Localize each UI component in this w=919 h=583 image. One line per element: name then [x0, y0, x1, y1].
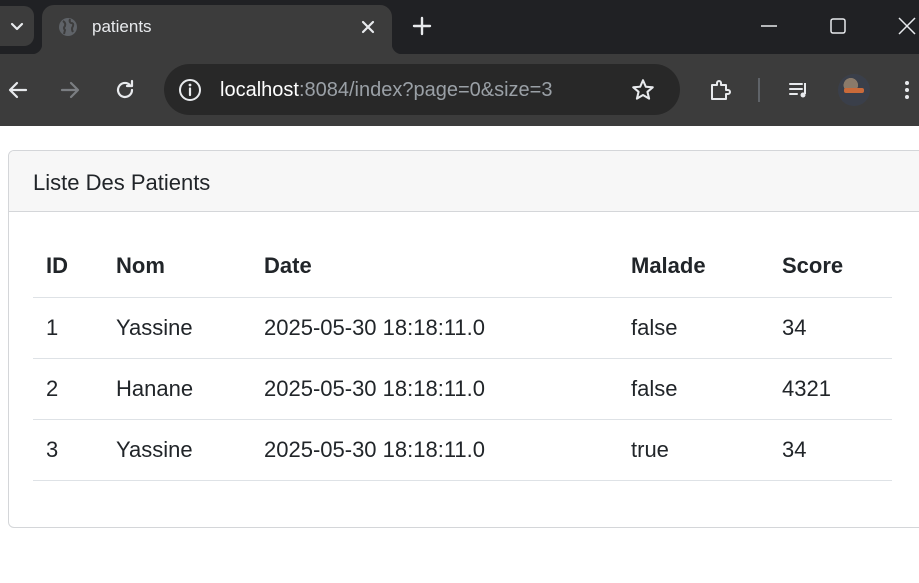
minimize-icon[interactable]: [757, 14, 781, 38]
table-header-row: ID Nom Date Malade Score: [33, 236, 892, 298]
cell-score: 4321: [769, 358, 892, 420]
cell-nom: Yassine: [103, 419, 251, 481]
cell-date: 2025-05-30 18:18:11.0: [251, 358, 618, 420]
cell-date: 2025-05-30 18:18:11.0: [251, 297, 618, 359]
cell-id: 2: [33, 358, 103, 420]
address-bar[interactable]: localhost:8084/index?page=0&size=3: [164, 64, 680, 115]
card-title: Liste Des Patients: [9, 151, 919, 212]
column-header-score: Score: [769, 236, 892, 298]
column-header-id: ID: [33, 236, 103, 298]
media-queue-icon[interactable]: [787, 78, 811, 102]
table-row: 3 Yassine 2025-05-30 18:18:11.0 true 34: [33, 419, 892, 481]
chevron-down-icon: [10, 22, 24, 31]
tab-strip: patients: [0, 0, 919, 54]
back-arrow-icon[interactable]: [6, 78, 30, 102]
cell-id: 1: [33, 297, 103, 359]
cell-score: 34: [769, 297, 892, 359]
column-header-malade: Malade: [618, 236, 769, 298]
extensions-icon[interactable]: [708, 78, 732, 102]
reload-icon[interactable]: [113, 78, 137, 102]
page-content: Liste Des Patients ID Nom Date Malade Sc…: [0, 126, 919, 583]
browser-tab[interactable]: patients: [32, 5, 402, 54]
cell-date: 2025-05-30 18:18:11.0: [251, 419, 618, 481]
browser-toolbar: localhost:8084/index?page=0&size=3: [0, 54, 919, 126]
url-path: :8084/index?page=0&size=3: [298, 79, 553, 101]
url-text: localhost:8084/index?page=0&size=3: [220, 79, 552, 101]
column-header-nom: Nom: [103, 236, 251, 298]
cell-malade: false: [618, 297, 769, 359]
cell-score: 34: [769, 419, 892, 481]
cell-nom: Hanane: [103, 358, 251, 420]
table-row: 2 Hanane 2025-05-30 18:18:11.0 false 432…: [33, 358, 892, 420]
cell-malade: false: [618, 358, 769, 420]
patients-table: ID Nom Date Malade Score 1 Yassine 2025-…: [33, 236, 892, 481]
maximize-icon[interactable]: [826, 14, 850, 38]
cell-malade: true: [618, 419, 769, 481]
tab-search-button[interactable]: [0, 6, 34, 46]
info-icon[interactable]: [178, 78, 202, 102]
more-vert-icon[interactable]: [895, 78, 919, 102]
patients-card: Liste Des Patients ID Nom Date Malade Sc…: [8, 150, 919, 528]
forward-arrow-icon[interactable]: [58, 78, 82, 102]
avatar[interactable]: [838, 74, 870, 106]
toolbar-divider: [758, 78, 760, 102]
window-close-icon[interactable]: [895, 14, 919, 38]
star-icon[interactable]: [630, 77, 656, 103]
plus-icon[interactable]: [410, 14, 434, 38]
close-icon[interactable]: [358, 17, 378, 37]
url-host: localhost: [220, 79, 299, 101]
tab-title: patients: [92, 17, 152, 36]
globe-icon: [59, 18, 77, 36]
table-row: 1 Yassine 2025-05-30 18:18:11.0 false 34: [33, 297, 892, 359]
column-header-date: Date: [251, 236, 618, 298]
cell-nom: Yassine: [103, 297, 251, 359]
cell-id: 3: [33, 419, 103, 481]
